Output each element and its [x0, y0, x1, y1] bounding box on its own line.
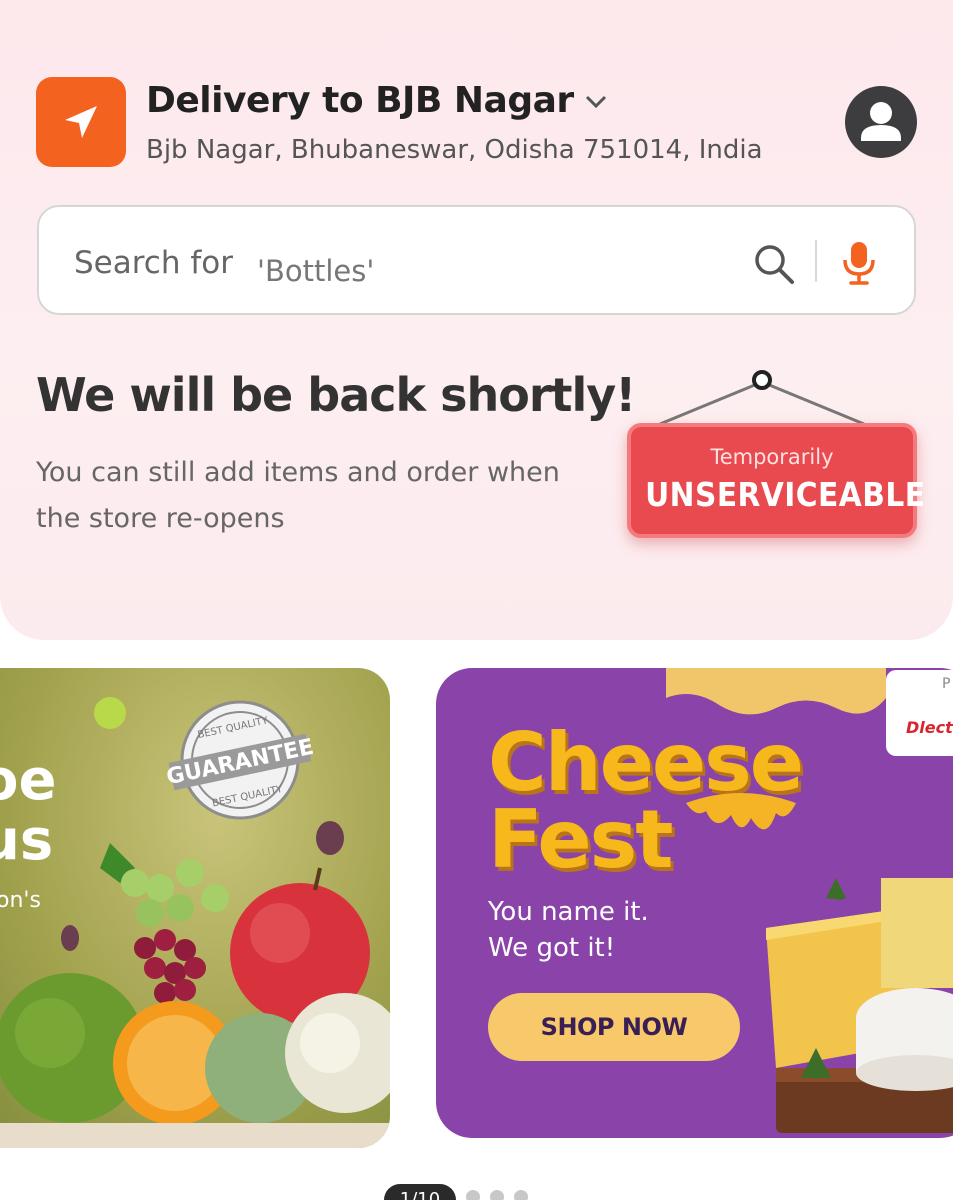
cheese-board-image — [766, 878, 953, 1133]
search-bar[interactable]: Search for 'Bottles' — [37, 205, 916, 315]
store-closed-title: We will be back shortly! — [36, 368, 636, 422]
store-closed-subtitle: You can still add items and order when t… — [36, 457, 560, 534]
shop-now-button[interactable]: SHOP NOW — [488, 993, 740, 1061]
pager-dot[interactable] — [466, 1190, 480, 1200]
chevron-down-icon — [585, 95, 606, 108]
user-avatar-icon[interactable] — [845, 86, 917, 158]
pager-counter: 1/10 — [384, 1184, 456, 1200]
promo-banner-cheese-fest[interactable]: P Dlecta Cheese Fest You name it. We got… — [436, 668, 953, 1138]
header-panel: Delivery to BJB Nagar Bjb Nagar, Bhubane… — [0, 0, 953, 640]
navigation-arrow-icon[interactable] — [36, 77, 126, 167]
delivery-title: Delivery to BJB Nagar — [146, 80, 574, 121]
promo-banner-fruits[interactable]: oe us on's GUARANTEE BEST QUALITY BEST Q… — [0, 668, 390, 1148]
tagline-line1: You name it. — [488, 897, 649, 927]
delivery-location-selector[interactable]: Delivery to BJB Nagar — [146, 80, 608, 121]
unserviceable-sign: Temporarily UNSERVICEABLE — [627, 423, 926, 538]
carousel-pager[interactable]: 1/10 — [384, 1184, 528, 1200]
search-divider — [815, 240, 817, 282]
sign-small-text: Temporarily — [710, 445, 834, 469]
fest-headline: Fest — [488, 793, 674, 886]
search-placeholder-term: 'Bottles' — [257, 254, 375, 288]
cheese-tagline: You name it. We got it! — [488, 894, 649, 966]
brand-prefix: P — [942, 676, 951, 692]
pager-dot[interactable] — [514, 1190, 528, 1200]
search-icon[interactable] — [752, 242, 796, 286]
pager-dot[interactable] — [490, 1190, 504, 1200]
delivery-address: Bjb Nagar, Bhubaneswar, Odisha 751014, I… — [146, 135, 763, 165]
tagline-line2: We got it! — [488, 933, 616, 963]
microphone-icon[interactable] — [839, 240, 879, 286]
cheese-drip-icon — [686, 793, 796, 830]
brand-name: Dlecta — [906, 718, 953, 737]
sign-big-text: UNSERVICEABLE — [645, 475, 926, 514]
fruits-image — [0, 697, 390, 1148]
search-placeholder-prefix: Search for — [74, 245, 233, 281]
sign-hanger-icon — [659, 370, 865, 426]
brand-tag: P Dlecta — [886, 670, 953, 756]
